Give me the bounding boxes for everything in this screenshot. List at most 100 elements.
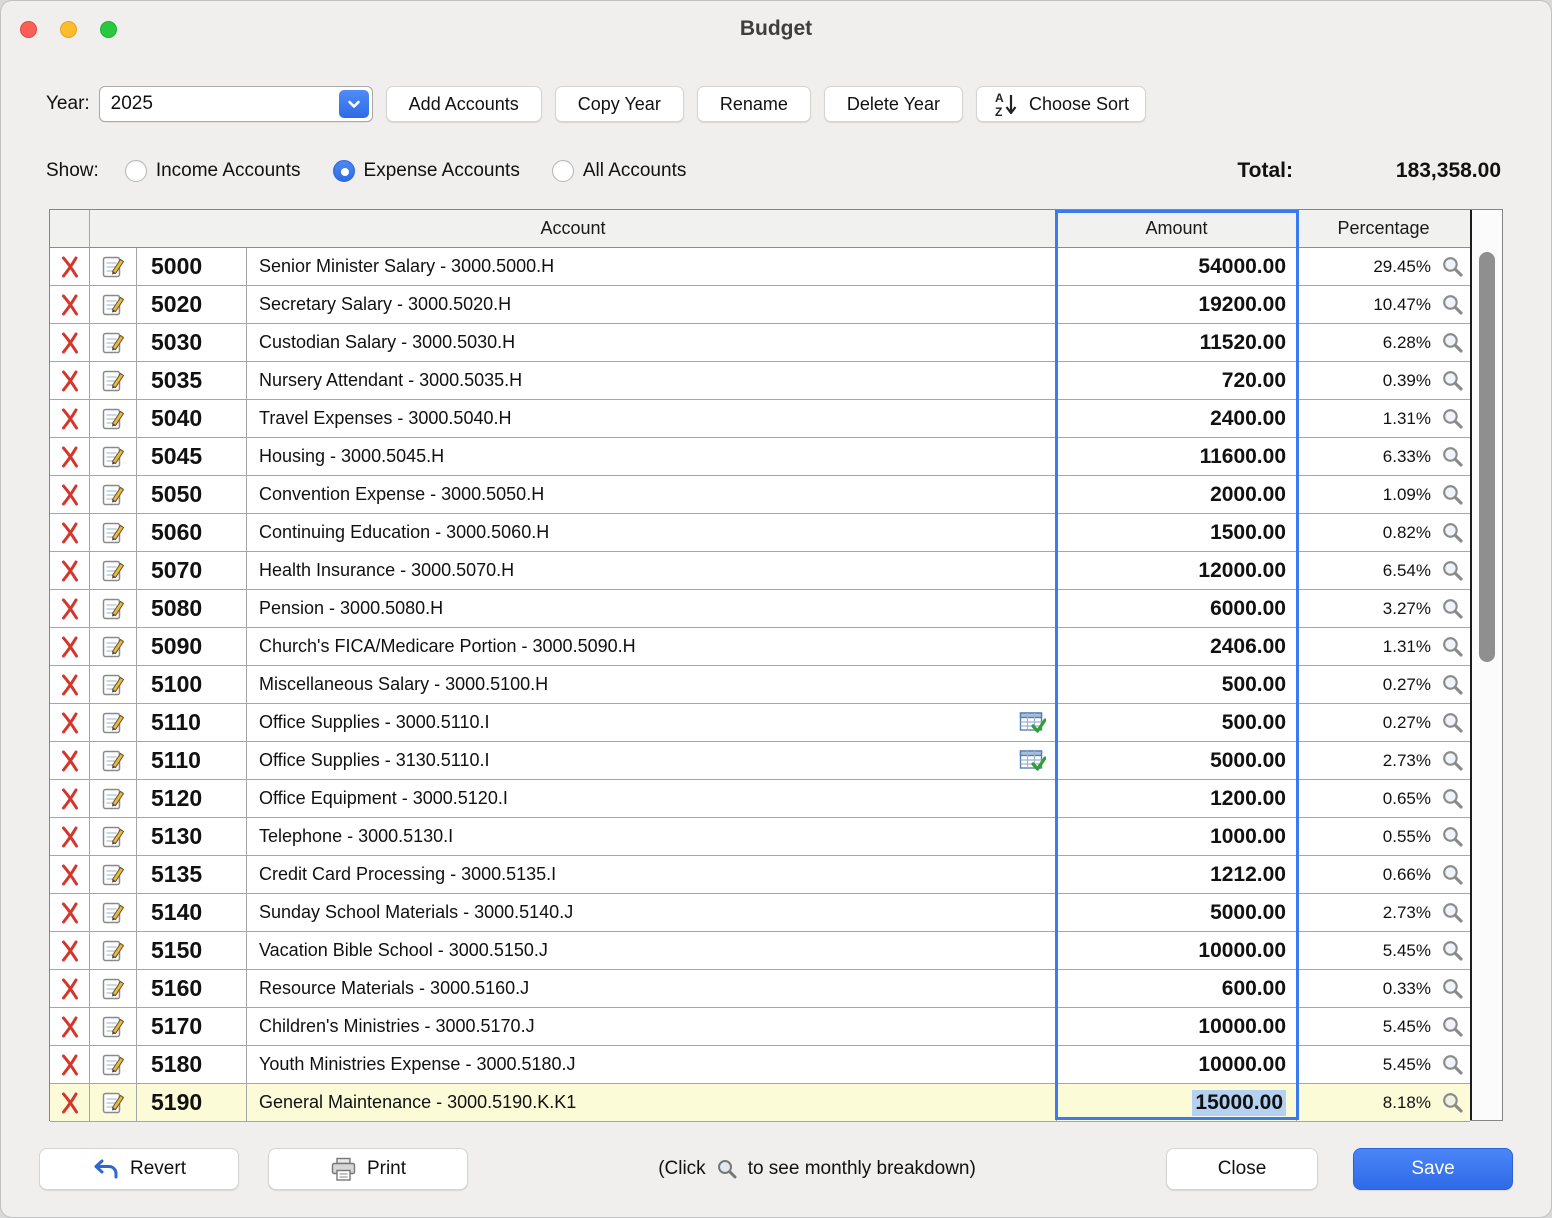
edit-row-button[interactable]	[90, 856, 137, 893]
account-name-cell[interactable]: Resource Materials - 3000.5160.J	[247, 970, 1057, 1007]
delete-row-button[interactable]	[50, 400, 90, 437]
spreadsheet-icon[interactable]	[1019, 711, 1046, 735]
account-number[interactable]: 5030	[137, 324, 247, 361]
magnifier-icon[interactable]	[1440, 1014, 1465, 1039]
delete-row-button[interactable]	[50, 476, 90, 513]
account-number[interactable]: 5160	[137, 970, 247, 1007]
radio-all-icon[interactable]	[552, 160, 574, 182]
delete-row-button[interactable]	[50, 1084, 90, 1121]
magnifier-icon[interactable]	[1440, 558, 1465, 583]
amount-cell[interactable]: 54000.00	[1057, 248, 1297, 285]
amount-cell[interactable]: 2400.00	[1057, 400, 1297, 437]
delete-year-button[interactable]: Delete Year	[824, 86, 963, 122]
edit-row-button[interactable]	[90, 324, 137, 361]
account-number[interactable]: 5040	[137, 400, 247, 437]
edit-row-button[interactable]	[90, 818, 137, 855]
account-number[interactable]: 5035	[137, 362, 247, 399]
delete-row-button[interactable]	[50, 894, 90, 931]
edit-row-button[interactable]	[90, 362, 137, 399]
account-name-cell[interactable]: Office Equipment - 3000.5120.I	[247, 780, 1057, 817]
magnifier-icon[interactable]	[1440, 976, 1465, 1001]
delete-row-button[interactable]	[50, 970, 90, 1007]
account-number[interactable]: 5190	[137, 1084, 247, 1121]
account-name-cell[interactable]: Office Supplies - 3130.5110.I	[247, 742, 1057, 779]
edit-row-button[interactable]	[90, 1008, 137, 1045]
amount-cell[interactable]: 11600.00	[1057, 438, 1297, 475]
edit-row-button[interactable]	[90, 742, 137, 779]
account-name-cell[interactable]: Church's FICA/Medicare Portion - 3000.50…	[247, 628, 1057, 665]
magnifier-icon[interactable]	[1440, 672, 1465, 697]
amount-cell[interactable]: 10000.00	[1057, 1046, 1297, 1083]
account-name-cell[interactable]: Travel Expenses - 3000.5040.H	[247, 400, 1057, 437]
amount-cell[interactable]: 500.00	[1057, 704, 1297, 741]
amount-cell[interactable]: 11520.00	[1057, 324, 1297, 361]
account-number[interactable]: 5080	[137, 590, 247, 627]
magnifier-icon[interactable]	[1440, 710, 1465, 735]
account-number[interactable]: 5180	[137, 1046, 247, 1083]
account-number[interactable]: 5170	[137, 1008, 247, 1045]
amount-cell[interactable]: 1500.00	[1057, 514, 1297, 551]
add-accounts-button[interactable]: Add Accounts	[386, 86, 542, 122]
magnifier-icon[interactable]	[1440, 520, 1465, 545]
amount-cell[interactable]: 600.00	[1057, 970, 1297, 1007]
account-name-cell[interactable]: General Maintenance - 3000.5190.K.K1	[247, 1084, 1057, 1121]
radio-all-accounts[interactable]: All Accounts	[552, 160, 687, 182]
magnifier-icon[interactable]	[1440, 330, 1465, 355]
edit-row-button[interactable]	[90, 552, 137, 589]
edit-row-button[interactable]	[90, 438, 137, 475]
account-number[interactable]: 5050	[137, 476, 247, 513]
amount-cell[interactable]: 500.00	[1057, 666, 1297, 703]
radio-income-label[interactable]: Income Accounts	[156, 160, 301, 182]
delete-row-button[interactable]	[50, 628, 90, 665]
account-name-cell[interactable]: Continuing Education - 3000.5060.H	[247, 514, 1057, 551]
account-name-cell[interactable]: Office Supplies - 3000.5110.I	[247, 704, 1057, 741]
amount-cell[interactable]: 10000.00	[1057, 932, 1297, 969]
minimize-window-button[interactable]	[60, 21, 77, 38]
account-name-cell[interactable]: Telephone - 3000.5130.I	[247, 818, 1057, 855]
account-number[interactable]: 5000	[137, 248, 247, 285]
amount-cell[interactable]: 1200.00	[1057, 780, 1297, 817]
account-name-cell[interactable]: Vacation Bible School - 3000.5150.J	[247, 932, 1057, 969]
amount-cell[interactable]: 15000.00	[1057, 1084, 1297, 1121]
account-name-cell[interactable]: Convention Expense - 3000.5050.H	[247, 476, 1057, 513]
account-number[interactable]: 5100	[137, 666, 247, 703]
magnifier-icon[interactable]	[1440, 900, 1465, 925]
edit-row-button[interactable]	[90, 514, 137, 551]
delete-row-button[interactable]	[50, 742, 90, 779]
account-number[interactable]: 5130	[137, 818, 247, 855]
radio-expense-label[interactable]: Expense Accounts	[364, 160, 520, 182]
magnifier-icon[interactable]	[1440, 1090, 1465, 1115]
delete-row-button[interactable]	[50, 552, 90, 589]
account-name-cell[interactable]: Sunday School Materials - 3000.5140.J	[247, 894, 1057, 931]
rename-button[interactable]: Rename	[697, 86, 811, 122]
delete-row-button[interactable]	[50, 704, 90, 741]
radio-expense-icon[interactable]	[333, 160, 355, 182]
delete-row-button[interactable]	[50, 286, 90, 323]
vertical-scrollbar[interactable]	[1470, 210, 1502, 1120]
account-number[interactable]: 5120	[137, 780, 247, 817]
magnifier-icon[interactable]	[1440, 482, 1465, 507]
spreadsheet-icon[interactable]	[1019, 749, 1046, 773]
delete-row-button[interactable]	[50, 780, 90, 817]
delete-row-button[interactable]	[50, 514, 90, 551]
account-name-cell[interactable]: Nursery Attendant - 3000.5035.H	[247, 362, 1057, 399]
revert-button[interactable]: Revert	[39, 1148, 239, 1190]
account-name-cell[interactable]: Credit Card Processing - 3000.5135.I	[247, 856, 1057, 893]
account-number[interactable]: 5110	[137, 742, 247, 779]
magnifier-icon[interactable]	[1440, 406, 1465, 431]
amount-cell[interactable]: 1212.00	[1057, 856, 1297, 893]
radio-income-icon[interactable]	[125, 160, 147, 182]
edit-row-button[interactable]	[90, 704, 137, 741]
delete-row-button[interactable]	[50, 666, 90, 703]
edit-row-button[interactable]	[90, 286, 137, 323]
account-number[interactable]: 5060	[137, 514, 247, 551]
amount-cell[interactable]: 5000.00	[1057, 742, 1297, 779]
magnifier-icon[interactable]	[1440, 368, 1465, 393]
edit-row-button[interactable]	[90, 628, 137, 665]
account-number[interactable]: 5110	[137, 704, 247, 741]
amount-cell[interactable]: 2000.00	[1057, 476, 1297, 513]
account-number[interactable]: 5140	[137, 894, 247, 931]
magnifier-icon[interactable]	[1440, 786, 1465, 811]
amount-cell[interactable]: 10000.00	[1057, 1008, 1297, 1045]
account-number[interactable]: 5135	[137, 856, 247, 893]
